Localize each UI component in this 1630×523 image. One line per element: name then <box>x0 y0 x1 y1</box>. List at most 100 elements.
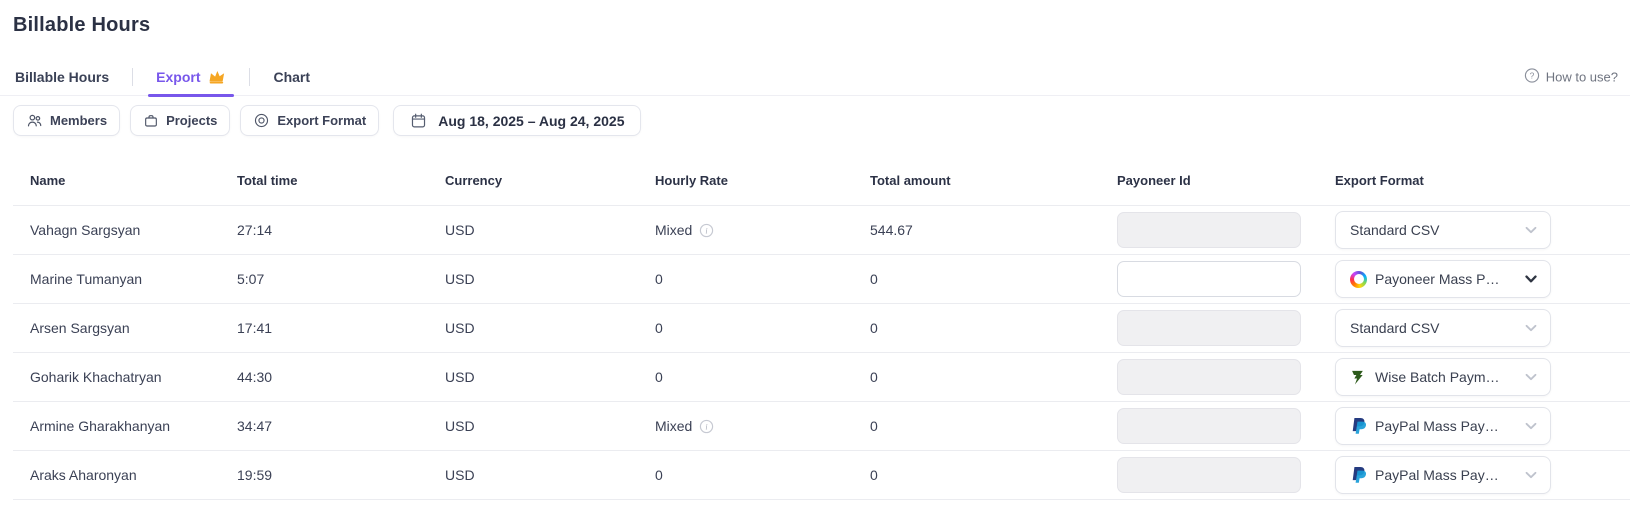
member-name: Goharik Khachatryan <box>30 369 162 385</box>
paypal-logo-icon <box>1350 417 1367 436</box>
chevron-down-icon <box>1525 324 1537 332</box>
briefcase-icon <box>143 113 159 129</box>
wise-logo-icon <box>1350 369 1367 386</box>
disc-icon <box>253 112 270 129</box>
info-icon[interactable]: i <box>699 223 714 238</box>
currency: USD <box>445 369 475 385</box>
total-amount: 0 <box>870 320 878 336</box>
billable-hours-table: Name Total time Currency Hourly Rate Tot… <box>13 156 1630 500</box>
export-format-value: PayPal Mass Pay… <box>1375 467 1499 483</box>
column-header-hourly-rate: Hourly Rate <box>655 173 728 188</box>
members-filter-button[interactable]: Members <box>13 105 121 136</box>
billable-hours-page: Billable Hours Billable Hours Export Cha… <box>0 0 1630 523</box>
table-row: Arsen Sargsyan 17:41 USD 0 0 Standard CS… <box>13 304 1630 353</box>
currency: USD <box>445 418 475 434</box>
projects-filter-button[interactable]: Projects <box>130 105 231 136</box>
svg-text:i: i <box>706 226 708 235</box>
chevron-down-icon <box>1525 226 1537 234</box>
hourly-rate: 0 <box>655 369 663 385</box>
crown-icon <box>208 69 226 85</box>
tab-bar: Billable Hours Export Chart ? How to use… <box>0 58 1630 97</box>
export-format-select[interactable]: Standard CSV <box>1335 211 1551 249</box>
tab-export[interactable]: Export <box>148 58 235 97</box>
export-format-filter-label: Export Format <box>277 113 367 128</box>
page-title: Billable Hours <box>13 14 151 36</box>
tab-chart[interactable]: Chart <box>271 58 312 96</box>
currency: USD <box>445 467 475 483</box>
payoneer-logo-icon <box>1350 270 1367 288</box>
column-header-payoneer-id: Payoneer Id <box>1117 173 1191 188</box>
export-format-value: Standard CSV <box>1350 222 1440 238</box>
calendar-icon <box>410 112 427 129</box>
payoneer-id-input <box>1117 310 1301 346</box>
column-header-total-time: Total time <box>237 173 298 188</box>
svg-text:?: ? <box>1529 70 1534 80</box>
currency: USD <box>445 222 475 238</box>
total-time: 19:59 <box>237 467 273 483</box>
table-row: Goharik Khachatryan 44:30 USD 0 0 Wise B… <box>13 353 1630 402</box>
export-format-select[interactable]: PayPal Mass Pay… <box>1335 407 1551 445</box>
currency: USD <box>445 320 475 336</box>
svg-text:i: i <box>706 422 708 431</box>
how-to-use-link[interactable]: ? How to use? <box>1524 67 1618 86</box>
projects-filter-label: Projects <box>166 113 218 128</box>
tab-billable-hours-label: Billable Hours <box>15 68 110 85</box>
table-row: Marine Tumanyan 5:07 USD 0 0 Payoneer Ma… <box>13 255 1630 304</box>
export-format-select[interactable]: Payoneer Mass P… <box>1335 260 1551 298</box>
member-name: Armine Gharakhanyan <box>30 418 171 434</box>
member-name: Vahagn Sargsyan <box>30 222 141 238</box>
export-format-value: Payoneer Mass P… <box>1375 271 1500 287</box>
how-to-use-label: How to use? <box>1545 69 1618 84</box>
tab-export-label: Export <box>156 68 201 85</box>
total-amount: 0 <box>870 467 878 483</box>
table-header-row: Name Total time Currency Hourly Rate Tot… <box>13 156 1630 206</box>
filter-row: Members Projects Export Format Aug 18, 2… <box>13 105 1630 136</box>
export-format-value: Wise Batch Paym… <box>1375 369 1500 385</box>
tab-divider <box>249 67 251 86</box>
member-name: Araks Aharonyan <box>30 467 137 483</box>
hourly-rate: 0 <box>655 320 663 336</box>
table-row: Armine Gharakhanyan 34:47 USD Mixed i 0 … <box>13 402 1630 451</box>
payoneer-id-input <box>1117 457 1301 493</box>
members-icon <box>26 112 43 129</box>
payoneer-id-input <box>1117 212 1301 248</box>
chevron-down-icon <box>1525 422 1537 430</box>
currency: USD <box>445 271 475 287</box>
tab-divider <box>132 67 134 86</box>
chevron-down-icon <box>1525 373 1537 381</box>
date-range-label: Aug 18, 2025 – Aug 24, 2025 <box>438 112 625 129</box>
total-time: 44:30 <box>237 369 273 385</box>
chevron-down-icon <box>1525 275 1537 283</box>
chevron-down-icon <box>1525 471 1537 479</box>
export-format-filter-button[interactable]: Export Format <box>240 105 380 136</box>
export-format-value: PayPal Mass Pay… <box>1375 418 1499 434</box>
total-time: 5:07 <box>237 271 265 287</box>
members-filter-label: Members <box>50 113 108 128</box>
question-circle-icon: ? <box>1524 67 1540 86</box>
column-header-currency: Currency <box>445 173 503 188</box>
table-row: Araks Aharonyan 19:59 USD 0 0 PayPal Mas… <box>13 451 1630 500</box>
column-header-export-format: Export Format <box>1335 173 1424 188</box>
total-time: 27:14 <box>237 222 273 238</box>
export-format-select[interactable]: Wise Batch Paym… <box>1335 358 1551 396</box>
total-amount: 0 <box>870 418 878 434</box>
column-header-total-amount: Total amount <box>870 173 951 188</box>
date-range-picker[interactable]: Aug 18, 2025 – Aug 24, 2025 <box>393 105 642 136</box>
hourly-rate: 0 <box>655 271 663 287</box>
payoneer-id-input <box>1117 359 1301 395</box>
payoneer-id-input[interactable] <box>1117 261 1301 297</box>
export-format-select[interactable]: PayPal Mass Pay… <box>1335 456 1551 494</box>
member-name: Arsen Sargsyan <box>30 320 130 336</box>
hourly-rate: Mixed <box>655 222 693 238</box>
total-amount: 0 <box>870 271 878 287</box>
info-icon[interactable]: i <box>699 419 714 434</box>
hourly-rate: 0 <box>655 467 663 483</box>
total-time: 17:41 <box>237 320 273 336</box>
total-amount: 0 <box>870 369 878 385</box>
total-amount: 544.67 <box>870 222 913 238</box>
total-time: 34:47 <box>237 418 273 434</box>
export-format-value: Standard CSV <box>1350 320 1440 336</box>
tab-billable-hours[interactable]: Billable Hours <box>13 58 111 96</box>
table-row: Vahagn Sargsyan 27:14 USD Mixed i 544.67… <box>13 206 1630 255</box>
export-format-select[interactable]: Standard CSV <box>1335 309 1551 347</box>
